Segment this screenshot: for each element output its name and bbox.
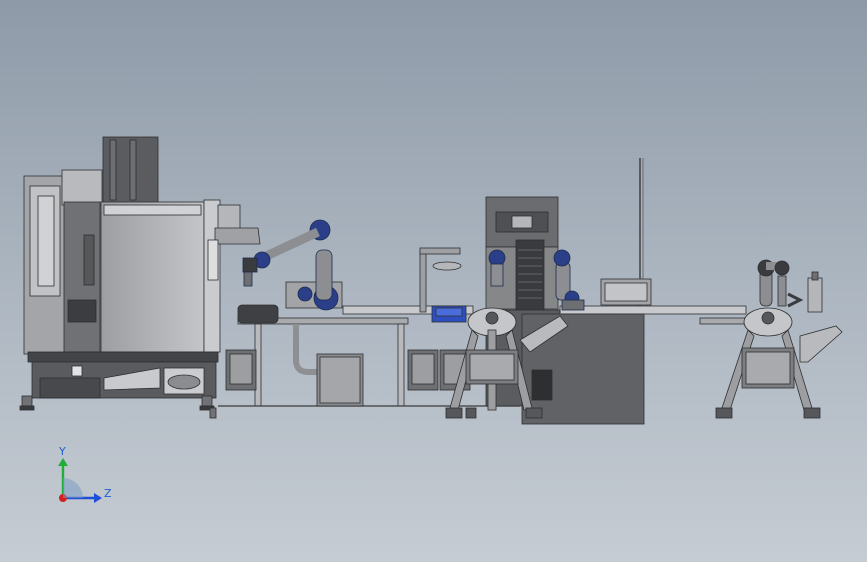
- z-axis-arrowhead: [94, 493, 102, 503]
- cad-viewport[interactable]: Y Z: [0, 0, 867, 562]
- tripod-stand-right[interactable]: [715, 259, 843, 419]
- axis-triad: Y Z: [58, 445, 112, 503]
- z-axis-label: Z: [104, 487, 112, 500]
- y-axis-arrowhead: [58, 458, 68, 466]
- cnc-machine[interactable]: [19, 136, 261, 419]
- assembly-scene[interactable]: Y Z: [0, 0, 867, 562]
- triad-arc: [63, 478, 83, 498]
- y-axis-label: Y: [58, 445, 66, 458]
